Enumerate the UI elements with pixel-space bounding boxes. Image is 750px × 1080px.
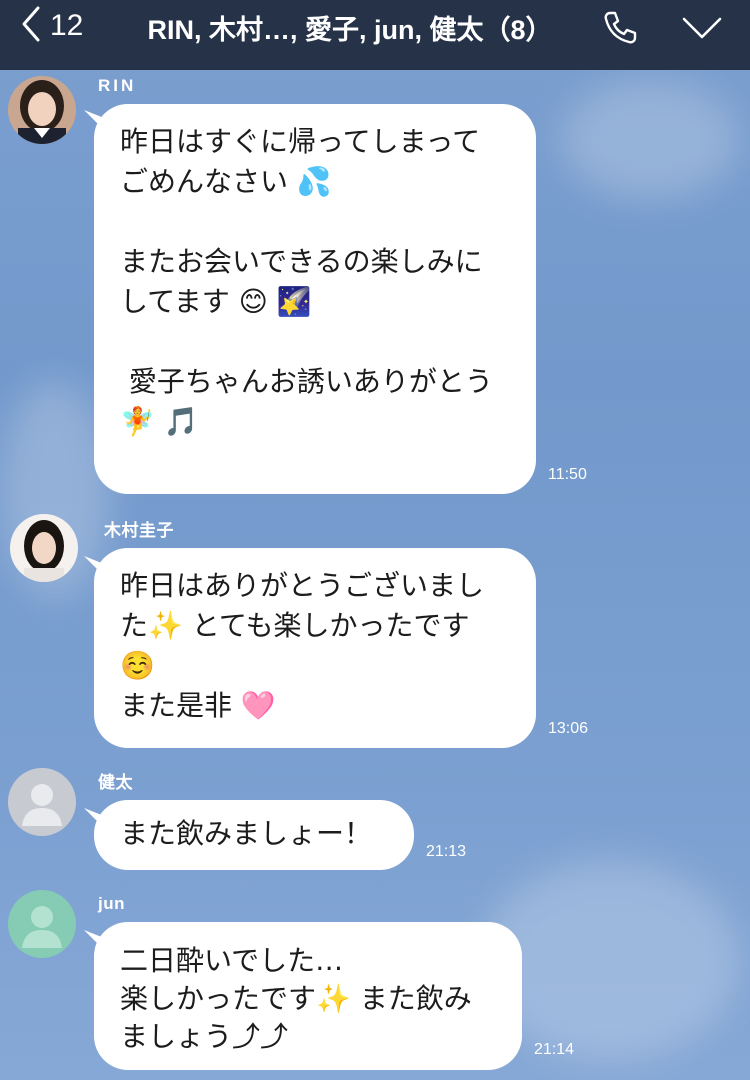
message-time: 13:06 xyxy=(548,720,589,737)
chevron-down-icon xyxy=(682,17,722,52)
call-button[interactable] xyxy=(600,8,640,48)
avatar[interactable] xyxy=(8,768,76,836)
message-bubble[interactable]: また飲みましょー！ xyxy=(94,800,414,870)
chat-title: RIN, 木村…, 愛子, jun, 健太（8） xyxy=(147,15,553,45)
message-time: 11:50 xyxy=(548,466,587,483)
message-bubble[interactable]: 二日酔いでした… 楽しかったです✨ また飲み ましょう⤴⤴ xyxy=(94,922,522,1070)
message-bubble[interactable]: 昨日はすぐに帰ってしまって ごめんなさい 💦 またお会いできるの楽しみに してま… xyxy=(94,104,536,494)
back-button[interactable]: 12 xyxy=(18,6,83,46)
message-bubble[interactable]: 昨日はありがとうございまし た✨ とても楽しかったです ☺️ また是非 🩷 xyxy=(94,548,536,748)
sender-name: jun xyxy=(98,894,125,913)
chevron-left-icon xyxy=(18,4,44,48)
message-time: 21:14 xyxy=(534,1041,575,1058)
phone-icon xyxy=(600,11,640,52)
menu-toggle-button[interactable] xyxy=(682,8,722,48)
sender-name: 木村圭子 xyxy=(104,521,174,540)
message-time: 21:13 xyxy=(426,843,467,860)
background-cloud xyxy=(560,80,740,200)
sender-name: 健太 xyxy=(98,773,133,792)
chat-header: 12 RIN, 木村…, 愛子, jun, 健太（8） xyxy=(0,0,750,70)
sender-name: RIN xyxy=(98,76,137,95)
avatar[interactable] xyxy=(10,514,78,582)
unread-count: 12 xyxy=(50,9,84,42)
avatar[interactable] xyxy=(8,76,76,144)
avatar[interactable] xyxy=(8,890,76,958)
